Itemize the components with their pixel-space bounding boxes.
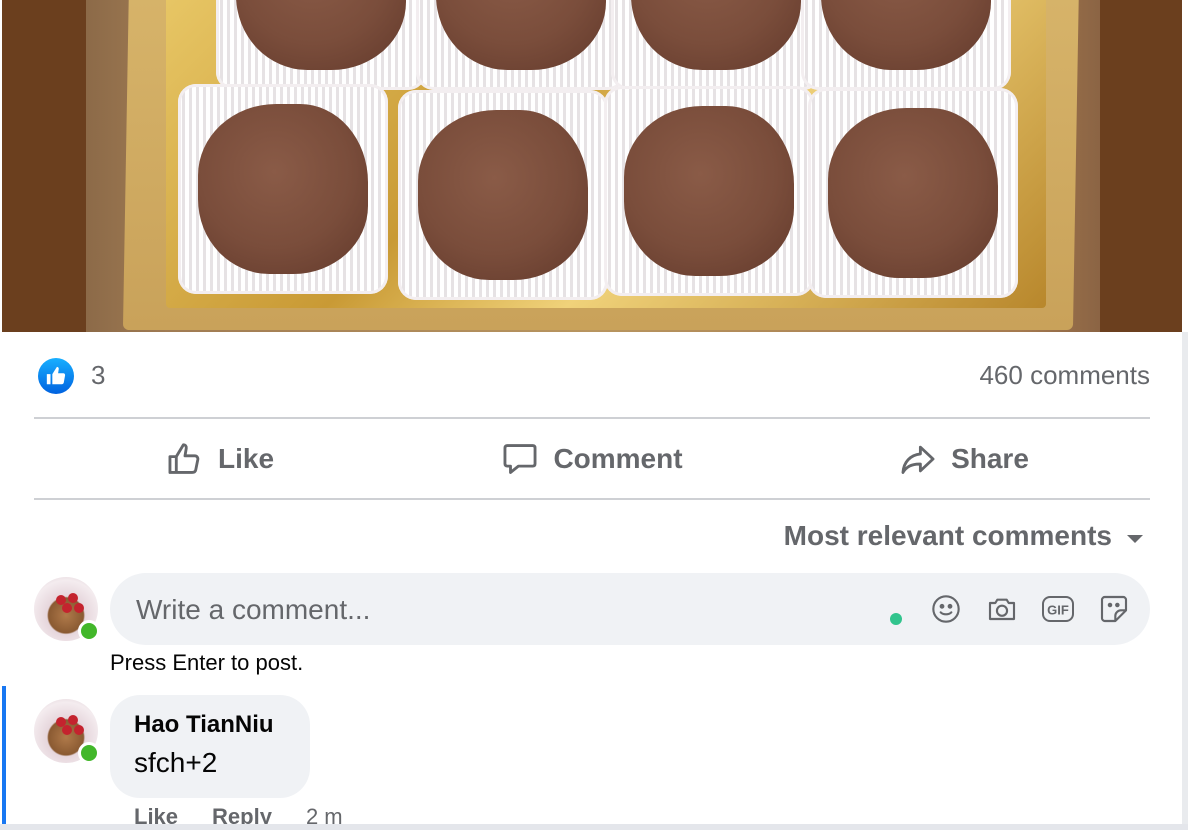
like-label: Like	[217, 443, 275, 474]
thread-indicator	[2, 686, 6, 830]
comment-text: sfch+2	[134, 747, 218, 778]
reaction-count[interactable]: 3	[91, 360, 105, 391]
sticker-icon[interactable]	[1096, 591, 1132, 627]
divider	[34, 417, 1150, 419]
comment-author-name[interactable]: Hao TianNiu	[134, 711, 274, 739]
post-photo[interactable]	[2, 0, 1182, 332]
online-status-indicator	[78, 742, 100, 764]
avatar-detail	[68, 593, 78, 603]
truffle-cup	[801, 0, 1011, 90]
comment-bubble-icon	[501, 440, 539, 478]
truffle	[821, 0, 991, 70]
share-label: Share	[951, 443, 1029, 474]
thumbs-up-icon	[166, 440, 204, 478]
scrollbar-track[interactable]	[1182, 332, 1188, 830]
like-reaction-icon[interactable]	[38, 358, 74, 394]
comment-composer: GIF	[110, 573, 1150, 647]
truffle	[631, 0, 801, 70]
window-bottom-edge	[0, 824, 1188, 830]
avatar-detail	[62, 603, 72, 613]
avatar-detail	[74, 725, 84, 735]
truffle-cup	[416, 0, 626, 90]
share-arrow-icon	[899, 440, 937, 478]
comment-input[interactable]	[134, 573, 838, 647]
online-status-indicator	[78, 620, 100, 642]
caret-down-icon	[1126, 520, 1144, 552]
truffle-cup	[808, 88, 1018, 298]
truffle-cup	[604, 86, 814, 296]
gif-icon[interactable]: GIF	[1040, 591, 1076, 627]
post-stats: 3 460 comments	[34, 352, 1150, 400]
comment-label: Comment	[553, 443, 683, 474]
truffle	[418, 110, 588, 280]
avatar-detail	[62, 725, 72, 735]
divider	[34, 498, 1150, 500]
camera-icon[interactable]	[984, 591, 1020, 627]
truffle	[624, 106, 794, 276]
post-actions: Like Comment Share	[34, 420, 1150, 498]
comment-sort-dropdown[interactable]: Most relevant comments	[784, 520, 1144, 552]
press-enter-hint: Press Enter to post.	[110, 650, 304, 675]
truffle	[236, 0, 406, 70]
status-dot	[890, 613, 902, 625]
avatar-detail	[74, 603, 84, 613]
svg-text:GIF: GIF	[1047, 603, 1069, 618]
truffle-cup	[178, 84, 388, 294]
comment-button[interactable]: Comment	[406, 420, 778, 498]
truffle	[198, 104, 368, 274]
truffle	[436, 0, 606, 70]
truffle-cup	[398, 90, 608, 300]
truffle-cup	[216, 0, 426, 90]
like-button[interactable]: Like	[34, 420, 406, 498]
truffle-cup	[611, 0, 821, 90]
avatar-detail	[68, 715, 78, 725]
chocolate-truffles-image	[86, 0, 1100, 332]
comments-count-link[interactable]: 460 comments	[979, 360, 1150, 391]
truffle	[828, 108, 998, 278]
sort-label: Most relevant comments	[783, 520, 1112, 551]
emoji-icon[interactable]	[928, 591, 964, 627]
share-button[interactable]: Share	[778, 420, 1150, 498]
comment-bubble: Hao TianNiu sfch+2	[110, 695, 310, 798]
